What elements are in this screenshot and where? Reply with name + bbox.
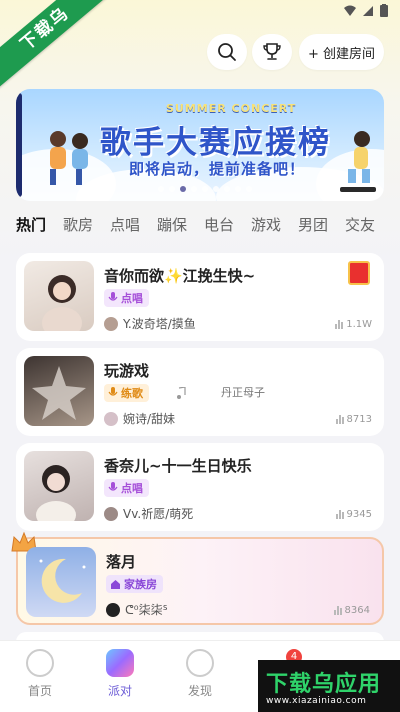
banner-title: 歌手大赛应援榜 [100,125,331,161]
family-house-icon [111,579,120,589]
search-icon [218,43,236,61]
room-tag: 家族房 [106,575,163,593]
carousel-dot [202,186,208,192]
host-avatar [104,316,118,331]
carousel-dot-active [180,186,186,192]
logo-title: 下载乌应用 [266,672,382,697]
listener-count-value: 8713 [346,414,372,425]
carousel-dots [158,186,252,192]
listener-count: 8713 [335,414,372,425]
ranking-button[interactable] [252,34,292,70]
listener-count: 1.1W [335,319,372,330]
tab-radio[interactable]: 电台 [204,214,234,235]
tab-request-song[interactable]: 点唱 [110,214,140,235]
carousel-dot [169,186,175,192]
tab-game[interactable]: 游戏 [251,214,281,235]
mic-icon [108,292,118,301]
site-logo-watermark: 下载乌应用 www.xiazainiao.com [258,660,400,712]
bars-icon [333,606,342,615]
nav-discover[interactable]: 发现 [175,649,225,699]
room-tag-label: 点唱 [121,292,143,305]
discover-icon [186,649,214,677]
now-playing-text: 丹正母子 [221,386,265,399]
listener-count-value: 9345 [346,509,372,520]
signal-icon [344,5,356,16]
bars-icon [335,510,344,519]
battery-icon [380,4,388,17]
red-packet-icon[interactable] [348,261,370,285]
room-card[interactable]: 玩游戏 练歌 丹正母子 婉诗/甜妹 8713 [16,348,384,436]
room-tag-label: 练歌 [121,387,143,400]
tab-hot[interactable]: 热门 [16,214,47,237]
promo-banner[interactable]: SUMMER CONCERT 歌手大赛应援榜 即将启动，提前准备吧！ [16,89,384,201]
room-cover [24,261,94,331]
room-host: Y.波奇塔/摸鱼 [104,315,196,332]
bars-icon [335,415,344,424]
listener-count: 9345 [335,509,372,520]
tab-song-room[interactable]: 歌房 [63,214,93,235]
nav-party-label: 派对 [107,684,132,698]
carousel-dot [158,186,164,192]
room-cover [24,451,94,521]
room-name: 落月 [106,553,137,571]
room-cover [24,356,94,426]
room-tag: 练歌 [104,384,149,402]
room-name: 玩游戏 [104,362,150,380]
host-name: Vv.祈愿/萌死 [123,507,194,521]
tab-boy-group[interactable]: 男团 [298,214,328,235]
listener-count-value: 8364 [344,605,370,616]
logo-url: www.xiazainiao.com [266,696,367,706]
search-button[interactable] [207,34,247,70]
carousel-dot [246,186,252,192]
singers-illustration [50,131,88,185]
room-card[interactable]: 香奈儿~十一生日快乐 点唱 Vv.祈愿/萌死 9345 [16,443,384,531]
room-host: ᕦ⁰柒柒ᔆ [106,601,168,618]
host-name: ᕦ⁰柒柒ᔆ [125,603,168,617]
create-room-button[interactable]: + 创建房间 [299,34,384,70]
room-tag: 点唱 [104,479,149,497]
mic-icon [108,387,118,396]
nav-party[interactable]: 派对 [95,649,145,699]
banner-subtitle: 即将启动，提前准备吧！ [129,160,306,178]
mic-icon [108,482,118,491]
room-name: 香奈儿~十一生日快乐 [104,457,252,475]
host-name: 婉诗/甜妹 [123,412,176,426]
room-host: 婉诗/甜妹 [104,410,175,427]
category-tabs: 热门 歌房 点唱 蹦保 电台 游戏 男团 交友 [0,214,400,244]
listener-count-value: 1.1W [346,319,372,330]
bars-icon [335,320,344,329]
trophy-icon [263,43,281,60]
carousel-dot [191,186,197,192]
carousel-dot [224,186,230,192]
host-avatar [106,602,120,617]
listener-count: 8364 [333,605,370,616]
banner-subtitle-en: SUMMER CONCERT [166,102,297,115]
banner-left-edge [16,93,22,197]
room-host: Vv.祈愿/萌死 [104,505,193,522]
host-name: Y.波奇塔/摸鱼 [123,317,196,331]
room-card-featured[interactable]: 落月 家族房 ᕦ⁰柒柒ᔆ 8364 [11,531,384,625]
nav-home[interactable]: 首页 [15,649,65,699]
room-name: 音你而欲✨江挽生快~ [104,267,256,285]
home-icon [26,649,54,677]
host-avatar [104,506,118,521]
room-tag-label: 点唱 [121,482,143,495]
room-tag: 点唱 [104,289,149,307]
room-tag-label: 家族房 [124,578,157,591]
nav-discover-label: 发现 [187,684,212,698]
party-icon [106,649,134,677]
room-card[interactable]: 音你而欲✨江挽生快~ 点唱 Y.波奇塔/摸鱼 1.1W [16,253,384,341]
carousel-dot [213,186,219,192]
carousel-dot [235,186,241,192]
skater-illustration [340,131,376,192]
nav-home-label: 首页 [27,684,52,698]
tab-beng-bao[interactable]: 蹦保 [157,214,187,235]
wifi-icon [363,5,373,16]
room-cover [26,547,96,617]
music-note-icon [177,387,186,399]
tab-social[interactable]: 交友 [345,214,375,235]
host-avatar [104,411,118,426]
